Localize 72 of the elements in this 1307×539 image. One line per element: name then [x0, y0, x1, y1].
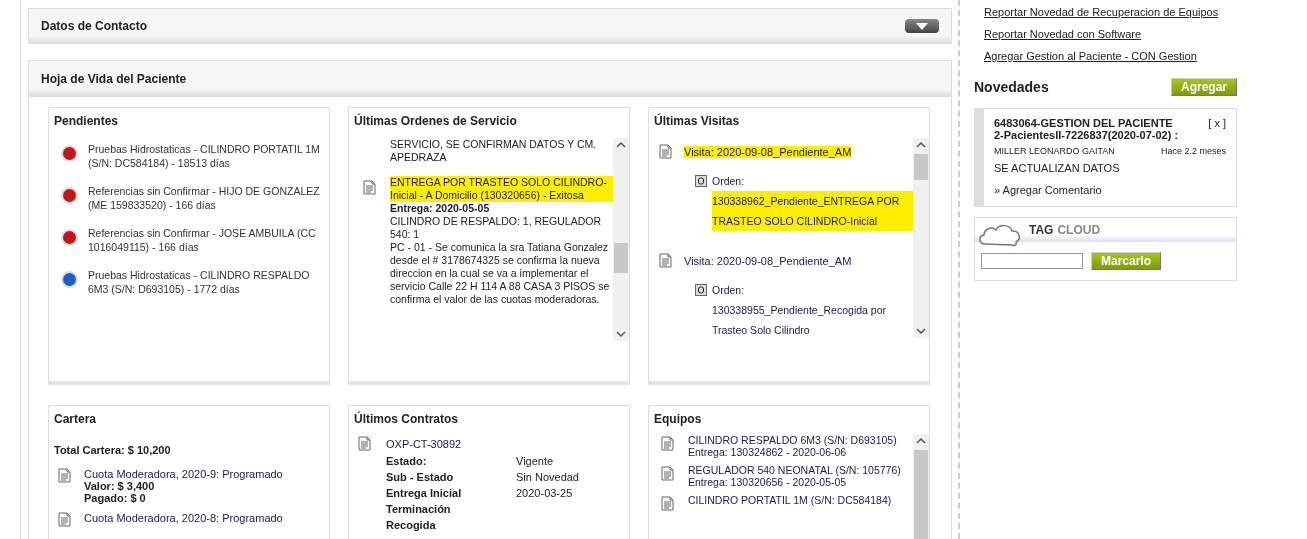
tag-cloud-subtitle: CLOUD	[1057, 223, 1101, 237]
equipment-delivery: Entrega: 130320656 - 2020-05-05	[688, 476, 848, 488]
document-icon	[58, 468, 71, 483]
section-title: Datos de Contacto	[41, 19, 147, 33]
document-icon	[58, 512, 71, 527]
action-link[interactable]: Reportar Novedad con Software	[984, 28, 1307, 40]
order-delivery: Entrega: 2020-05-05	[390, 202, 491, 215]
comment-link[interactable]: » Agregar Comentario	[994, 184, 1102, 196]
field-label: Sub - Estado	[386, 470, 455, 485]
card-title: Cartera	[54, 412, 98, 428]
news-author: MILLER LEONARDO GAITAN	[994, 146, 1115, 156]
document-icon	[661, 496, 674, 511]
field-value: Sin Novedad	[516, 470, 579, 485]
card-title: Últimas Visitas	[654, 114, 741, 130]
document-icon	[659, 144, 672, 159]
equipment-name[interactable]: REGULADOR 540 NEONATAL (S/N: 105776)	[688, 464, 903, 476]
document-icon	[661, 436, 674, 451]
field-value: Vigente	[516, 454, 555, 469]
order-icon	[695, 284, 707, 296]
expand-button[interactable]	[905, 19, 939, 33]
order-label: Orden:	[712, 283, 746, 298]
fee-link[interactable]: Cuota Moderadora, 2020-8: Programado	[84, 512, 283, 524]
portfolio-total: Total Cartera: $ 10,200	[54, 444, 172, 456]
field-label: Terminación	[386, 502, 452, 517]
field-label: Recogida	[386, 518, 437, 533]
visit-link[interactable]: Visita: 2020-09-08_Pendiente_AM	[684, 254, 852, 267]
contract-link[interactable]: OXP-CT-30892	[386, 436, 579, 453]
scroll-thumb[interactable]	[914, 154, 928, 180]
visit-link[interactable]: Visita: 2020-09-08_Pendiente_AM	[684, 145, 852, 158]
section-title: Hoja de Vida del Paciente	[41, 71, 187, 86]
action-link[interactable]: Agregar Gestion al Paciente - CON Gestion	[984, 50, 1307, 62]
equipment-delivery: Entrega: 130324862 - 2020-06-06	[688, 446, 848, 458]
field-label: Estado:	[386, 454, 428, 469]
order-text: PC - 01 - Se comunica la sra Tatiana Gonzalez desde el # 3178674325 se confirma la nueva direccion en la cual se va a implementar el servicio Calle 22 H 114 A 88 CASA 3 PISOS se confirma el valor de las cuotas moderadoras.	[390, 241, 611, 306]
document-icon	[358, 436, 371, 451]
tag-cloud-title: TAG	[1029, 223, 1054, 237]
card-title: Últimos Contratos	[354, 412, 459, 428]
document-icon	[363, 180, 376, 195]
fee-value: Valor: $ 3,400	[84, 480, 156, 492]
card-title: Equipos	[654, 412, 703, 428]
pending-item[interactable]: Referencias sin Confirmar - HIJO DE GONZALEZ (ME 159833520) - 166 días	[88, 184, 326, 212]
order-text: SERVICIO, SE CONFIRMAN DATOS Y CM. APEDRAZA	[389, 138, 598, 164]
order-text[interactable]: 130338955_Pendiente_Recogida por Trasteo Solo Cilindro	[712, 300, 913, 338]
fee-link[interactable]: Cuota Moderadora, 2020-9: Programado	[84, 468, 283, 480]
fee-paid: Pagado: $ 0	[84, 492, 147, 504]
card-title: Últimas Ordenes de Servicio	[354, 114, 518, 130]
pending-item[interactable]: Referencias sin Confirmar - JOSE AMBUILA (CC 1016049115) - 166 días	[88, 226, 326, 254]
action-link[interactable]: Reportar Novedad de Recuperacion de Equipos	[984, 6, 1307, 18]
order-title[interactable]: ENTREGA POR TRASTEO SOLO CILINDRO-Inicial - A Domicilio (130320656) - Exitosa	[390, 176, 613, 202]
order-text: CILINDRO DE RESPALDO: 1, REGULADOR 540: 1	[390, 215, 603, 241]
pending-item[interactable]: Pruebas Hidrostaticas - CILINDRO PORTATIL 1M (S/N: DC584184) - 18513 días	[88, 142, 326, 170]
card-title: Pendientes	[54, 114, 120, 130]
news-item-title: 6483064-GESTION DEL PACIENTE 2-PacientesII-7226837(2020-07-02) :	[994, 117, 1180, 141]
close-link[interactable]: [ x ]	[1208, 117, 1226, 141]
pending-item[interactable]: Pruebas Hidrostaticas - CILINDRO RESPALDO 6M3 (S/N: D693105) - 1772 días	[88, 268, 326, 296]
field-value: 2020-03-25	[516, 486, 574, 501]
news-text: SE ACTUALIZAN DATOS	[994, 162, 1121, 174]
order-label: Orden:	[712, 174, 746, 189]
equipment-name[interactable]: CILINDRO PORTATIL 1M (S/N: DC584184)	[688, 494, 903, 506]
document-icon	[661, 466, 674, 481]
scrollbar[interactable]	[613, 138, 629, 341]
document-icon	[659, 253, 672, 268]
tag-input[interactable]	[981, 253, 1083, 269]
scrollbar[interactable]	[913, 138, 929, 338]
news-time: Hace 2.2 meses	[1160, 146, 1226, 156]
scroll-thumb[interactable]	[614, 243, 628, 273]
caret-down-icon	[916, 22, 928, 30]
news-title: Novedades	[974, 79, 1049, 95]
order-text[interactable]: 130338962_Pendiente_ENTREGA POR TRASTEO SOLO CILINDRO-Inicial	[712, 191, 913, 231]
equipment-name[interactable]: CILINDRO RESPALDO 6M3 (S/N: D693105)	[688, 434, 903, 446]
field-label: Entrega Inicial	[386, 486, 463, 501]
order-icon	[695, 175, 707, 187]
